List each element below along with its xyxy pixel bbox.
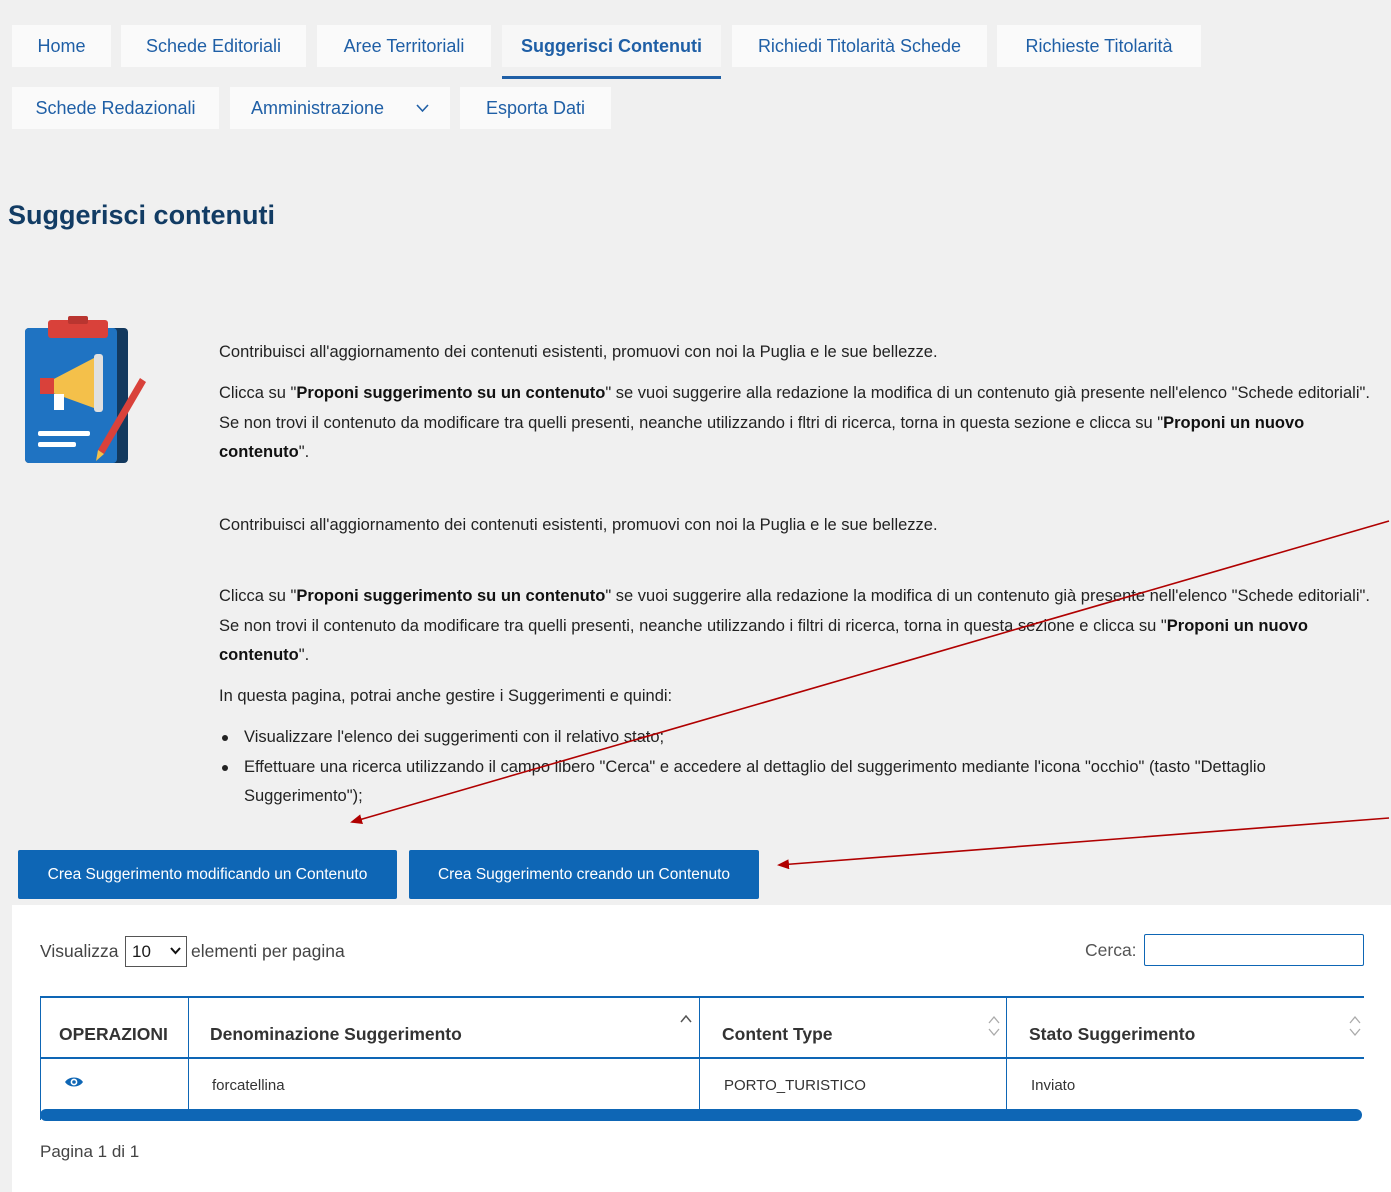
- intro-paragraph-1: Contribuisci all'aggiornamento dei conte…: [219, 343, 938, 361]
- length-suffix-label: elementi per pagina: [191, 941, 345, 961]
- create-suggestion-modify-button[interactable]: Crea Suggerimento modificando un Contenu…: [18, 850, 397, 899]
- tab-aree-territoriali[interactable]: Aree Territoriali: [317, 25, 491, 67]
- list-item: Effettuare una ricerca utilizzando il ca…: [219, 753, 1389, 812]
- intro-paragraph-2: Clicca su "Proponi suggerimento su un co…: [219, 384, 1370, 461]
- intro-paragraph-4: Clicca su "Proponi suggerimento su un co…: [219, 587, 1370, 664]
- cell-stato: Inviato: [1031, 1077, 1076, 1094]
- cell-content-type: PORTO_TURISTICO: [724, 1077, 866, 1094]
- sort-both-icon[interactable]: [1349, 1015, 1361, 1037]
- tab-richieste-titolarita[interactable]: Richieste Titolarità: [997, 25, 1201, 67]
- sort-asc-icon[interactable]: [680, 1014, 692, 1024]
- horizontal-scrollbar[interactable]: [40, 1109, 1362, 1121]
- features-list: Visualizzare l'elenco dei suggerimenti c…: [219, 723, 1389, 812]
- annotation-arrow: [777, 817, 1390, 870]
- tab-amministrazione[interactable]: Amministrazione: [230, 87, 450, 129]
- chevron-down-icon: [416, 100, 429, 116]
- list-item: Visualizzare l'elenco dei suggerimenti c…: [219, 723, 1389, 753]
- tab-esporta-dati[interactable]: Esporta Dati: [460, 87, 611, 129]
- intro-paragraph-5: In questa pagina, potrai anche gestire i…: [219, 687, 673, 705]
- sort-both-icon[interactable]: [988, 1015, 1000, 1037]
- megaphone-clipboard-icon: [22, 316, 150, 466]
- pagination-info: Pagina 1 di 1: [40, 1142, 140, 1161]
- column-header-denominazione[interactable]: Denominazione Suggerimento: [210, 1024, 462, 1045]
- tab-schede-redazionali[interactable]: Schede Redazionali: [12, 87, 219, 129]
- cell-denominazione: forcatellina: [212, 1077, 285, 1094]
- search-input[interactable]: [1144, 934, 1364, 966]
- tab-schede-editoriali[interactable]: Schede Editoriali: [121, 25, 306, 67]
- tab-suggerisci-contenuti[interactable]: Suggerisci Contenuti: [502, 25, 721, 79]
- page-title: Suggerisci contenuti: [8, 200, 276, 230]
- column-header-content-type[interactable]: Content Type: [722, 1024, 833, 1045]
- search-label: Cerca:: [1085, 940, 1137, 960]
- length-prefix-label: Visualizza: [40, 941, 119, 961]
- tab-richiedi-titolarita-schede[interactable]: Richiedi Titolarità Schede: [732, 25, 987, 67]
- column-header-stato[interactable]: Stato Suggerimento: [1029, 1024, 1195, 1045]
- create-suggestion-new-button[interactable]: Crea Suggerimento creando un Contenuto: [409, 850, 759, 899]
- intro-paragraph-3: Contribuisci all'aggiornamento dei conte…: [219, 516, 938, 534]
- tab-home[interactable]: Home: [12, 25, 111, 67]
- column-header-operazioni: OPERAZIONI: [59, 1024, 168, 1044]
- page-length-select[interactable]: 10: [125, 936, 187, 967]
- chevron-down-icon: [170, 944, 181, 958]
- tab-amministrazione-label: Amministrazione: [250, 97, 385, 118]
- page-length-value: 10: [132, 941, 151, 961]
- eye-icon[interactable]: [64, 1075, 84, 1094]
